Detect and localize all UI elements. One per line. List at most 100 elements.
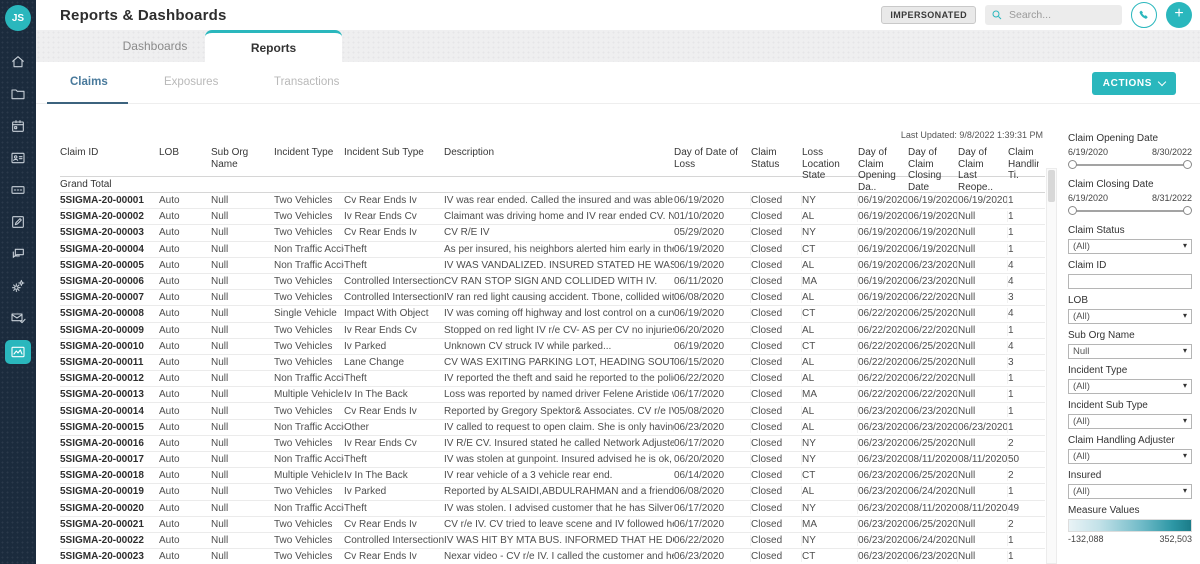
table-row[interactable]: 5SIGMA-20-00020AutoNullNon Traffic Accid… bbox=[60, 501, 1045, 517]
table-cell: 5SIGMA-20-00003 bbox=[60, 227, 159, 238]
table-cell: 1 bbox=[1008, 195, 1039, 206]
phone-button[interactable] bbox=[1131, 2, 1157, 28]
table-cell: 08/11/2020 bbox=[908, 503, 958, 514]
table-row[interactable]: 5SIGMA-20-00022AutoNullTwo VehiclesContr… bbox=[60, 533, 1045, 549]
table-row[interactable]: 5SIGMA-20-00012AutoNullNon Traffic Accid… bbox=[60, 371, 1045, 387]
table-row[interactable]: 5SIGMA-20-00011AutoNullTwo VehiclesLane … bbox=[60, 355, 1045, 371]
table-cell: IV rear vehicle of a 3 vehicle rear end. bbox=[444, 470, 674, 481]
subtab-exposures[interactable]: Exposures bbox=[164, 76, 218, 88]
search-input[interactable] bbox=[1009, 5, 1117, 25]
sidebar-item-home[interactable] bbox=[6, 52, 30, 71]
table-cell: 06/25/2020 bbox=[908, 341, 958, 352]
table-cell: Auto bbox=[159, 308, 211, 319]
table-row[interactable]: 5SIGMA-20-00006AutoNullTwo VehiclesContr… bbox=[60, 274, 1045, 290]
tab-reports[interactable]: Reports bbox=[205, 30, 342, 62]
actions-button[interactable]: ACTIONS bbox=[1092, 72, 1176, 95]
sidebar-item-folder[interactable] bbox=[6, 84, 30, 103]
table-cell: AL bbox=[802, 406, 858, 417]
filter-dropdown-insured[interactable]: (All)▾ bbox=[1068, 484, 1192, 499]
filter-dropdown-incident-sub-type[interactable]: (All)▾ bbox=[1068, 414, 1192, 429]
column-header[interactable]: Day of Claim Opening Da.. bbox=[858, 147, 908, 193]
table-row[interactable]: 5SIGMA-20-00008AutoNullSingle VehicleImp… bbox=[60, 306, 1045, 322]
table-row[interactable]: 5SIGMA-20-00010AutoNullTwo VehiclesIv Pa… bbox=[60, 339, 1045, 355]
table-cell: Auto bbox=[159, 486, 211, 497]
subtab-claims[interactable]: Claims bbox=[70, 76, 108, 88]
table-row[interactable]: 5SIGMA-20-00015AutoNullNon Traffic Accid… bbox=[60, 420, 1045, 436]
column-header[interactable]: LOB bbox=[159, 147, 211, 159]
sidebar-item-settings[interactable] bbox=[6, 276, 30, 295]
table-cell: 5SIGMA-20-00006 bbox=[60, 276, 159, 287]
table-row[interactable]: 5SIGMA-20-00014AutoNullTwo VehiclesCv Re… bbox=[60, 403, 1045, 419]
dropdown-value: (All) bbox=[1069, 486, 1090, 497]
column-header[interactable]: Day of Claim Closing Date bbox=[908, 147, 958, 193]
table-row[interactable]: 5SIGMA-20-00018AutoNullMultiple Vehicles… bbox=[60, 468, 1045, 484]
slider-handle-left[interactable] bbox=[1068, 206, 1077, 215]
sidebar-item-review[interactable] bbox=[6, 212, 30, 231]
avatar[interactable]: JS bbox=[5, 5, 31, 31]
table-row[interactable]: 5SIGMA-20-00003AutoNullTwo VehiclesCv Re… bbox=[60, 225, 1045, 241]
table-row[interactable]: 5SIGMA-20-00009AutoNullTwo VehiclesIv Re… bbox=[60, 323, 1045, 339]
table-row[interactable]: 5SIGMA-20-00021AutoNullTwo VehiclesCv Re… bbox=[60, 517, 1045, 533]
table-scrollbar-thumb[interactable] bbox=[1048, 170, 1055, 202]
column-header[interactable]: Loss Location State bbox=[802, 147, 858, 182]
table-cell: 06/23/2020 bbox=[858, 535, 908, 546]
slider-handle-right[interactable] bbox=[1183, 206, 1192, 215]
table-cell: CT bbox=[802, 470, 858, 481]
column-header[interactable]: Claim ID bbox=[60, 147, 159, 159]
slider-handle-right[interactable] bbox=[1183, 160, 1192, 169]
table-cell: 5SIGMA-20-00015 bbox=[60, 422, 159, 433]
sidebar-item-calendar[interactable] bbox=[6, 116, 30, 135]
table-cell: Null bbox=[958, 341, 1008, 352]
filter-lob: LOB(All)▾ bbox=[1068, 295, 1192, 324]
table-cell: 06/22/2020 bbox=[908, 292, 958, 303]
filter-dropdown-claim-handling-adjuster[interactable]: (All)▾ bbox=[1068, 449, 1192, 464]
sidebar-item-analytics[interactable] bbox=[5, 340, 31, 364]
chevron-down-icon: ▾ bbox=[1183, 346, 1187, 355]
table-row[interactable]: 5SIGMA-20-00023AutoNullTwo VehiclesCv Re… bbox=[60, 549, 1045, 564]
table-row[interactable]: 5SIGMA-20-00013AutoNullMultiple Vehicles… bbox=[60, 387, 1045, 403]
table-row[interactable]: 5SIGMA-20-00019AutoNullTwo VehiclesIv Pa… bbox=[60, 484, 1045, 500]
column-header[interactable]: Incident Sub Type bbox=[344, 147, 444, 159]
gradient-min-value: -132,088 bbox=[1068, 534, 1104, 544]
table-cell: Null bbox=[211, 422, 274, 433]
column-header[interactable]: Day of Date of Loss bbox=[674, 147, 751, 170]
table-cell: 06/23/2020 bbox=[858, 438, 908, 449]
table-cell: 5SIGMA-20-00023 bbox=[60, 551, 159, 562]
column-header[interactable]: Claim Handling Ti. bbox=[1008, 147, 1039, 182]
filter-range-values: 6/19/20208/30/2022 bbox=[1068, 147, 1192, 157]
add-button[interactable]: + bbox=[1166, 2, 1192, 28]
filter-dropdown-claim-status[interactable]: (All)▾ bbox=[1068, 239, 1192, 254]
column-header[interactable]: Claim Status bbox=[751, 147, 802, 170]
sidebar-item-cards[interactable] bbox=[6, 180, 30, 199]
divider bbox=[36, 103, 1200, 104]
tab-dashboards[interactable]: Dashboards bbox=[90, 30, 220, 62]
filter-text-input-claim-id[interactable] bbox=[1068, 274, 1192, 289]
slider-handle-left[interactable] bbox=[1068, 160, 1077, 169]
table-row[interactable]: 5SIGMA-20-00005AutoNullNon Traffic Accid… bbox=[60, 258, 1045, 274]
table-cell: Two Vehicles bbox=[274, 325, 344, 336]
filter-dropdown-incident-type[interactable]: (All)▾ bbox=[1068, 379, 1192, 394]
sidebar-item-mail[interactable] bbox=[6, 308, 30, 327]
table-row[interactable]: 5SIGMA-20-00002AutoNullTwo VehiclesIv Re… bbox=[60, 209, 1045, 225]
table-row[interactable]: 5SIGMA-20-00017AutoNullNon Traffic Accid… bbox=[60, 452, 1045, 468]
column-header[interactable]: Sub Org Name bbox=[211, 147, 274, 170]
sidebar-item-contacts[interactable] bbox=[6, 148, 30, 167]
table-cell: Cv Rear Ends Iv bbox=[344, 406, 444, 417]
column-header[interactable]: Day of Claim Last Reope.. bbox=[958, 147, 1008, 193]
filter-incident-type: Incident Type(All)▾ bbox=[1068, 365, 1192, 394]
table-cell: 01/10/2020 bbox=[674, 211, 751, 222]
table-cell: Null bbox=[211, 519, 274, 530]
table-cell: Impact With Object bbox=[344, 308, 444, 319]
column-header[interactable]: Description bbox=[444, 147, 674, 159]
table-row[interactable]: 5SIGMA-20-00001AutoNullTwo VehiclesCv Re… bbox=[60, 193, 1045, 209]
table-row[interactable]: 5SIGMA-20-00016AutoNullTwo VehiclesIv Re… bbox=[60, 436, 1045, 452]
table-cell: Null bbox=[211, 486, 274, 497]
table-cell: 06/22/2020 bbox=[674, 535, 751, 546]
filter-dropdown-sub-org-name[interactable]: Null▾ bbox=[1068, 344, 1192, 359]
subtab-transactions[interactable]: Transactions bbox=[274, 76, 339, 88]
filter-dropdown-lob[interactable]: (All)▾ bbox=[1068, 309, 1192, 324]
sidebar-item-chat[interactable] bbox=[6, 244, 30, 263]
table-row[interactable]: 5SIGMA-20-00007AutoNullTwo VehiclesContr… bbox=[60, 290, 1045, 306]
table-row[interactable]: 5SIGMA-20-00004AutoNullNon Traffic Accid… bbox=[60, 242, 1045, 258]
column-header[interactable]: Incident Type bbox=[274, 147, 344, 159]
